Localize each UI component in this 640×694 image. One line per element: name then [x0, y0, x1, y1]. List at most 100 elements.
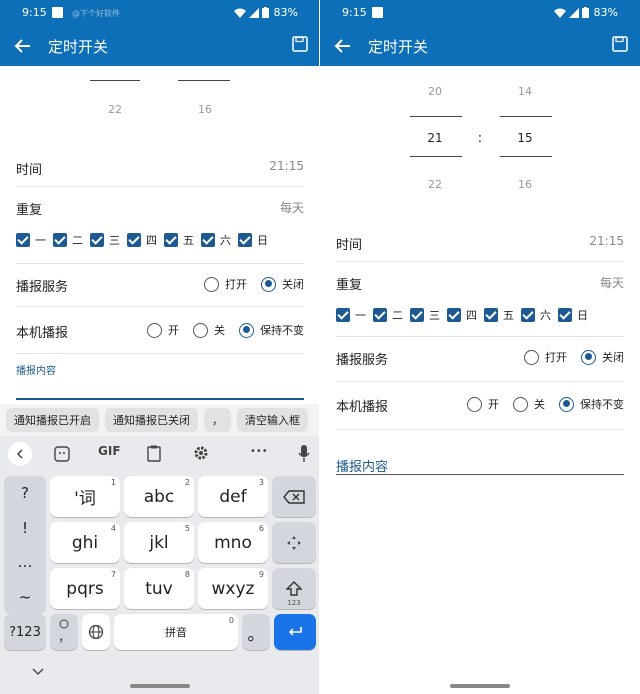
radio-off-icon: [193, 322, 208, 338]
gif-button[interactable]: GIF: [98, 444, 121, 458]
time-value: 21:15: [589, 234, 624, 248]
key-1[interactable]: '词 1: [50, 476, 120, 517]
key-6[interactable]: mno 6: [198, 522, 268, 563]
content-input[interactable]: [16, 398, 304, 400]
key-4[interactable]: ghi 4: [50, 522, 120, 563]
checkbox-checked-icon: [16, 233, 30, 247]
repeat-label: 重复: [336, 278, 363, 293]
radio-off-icon: [467, 396, 482, 412]
day-fri[interactable]: 五: [484, 307, 514, 323]
chevron-down-icon[interactable]: [32, 668, 44, 676]
local-on-radio[interactable]: 开: [467, 396, 499, 412]
microphone-icon[interactable]: [298, 445, 310, 463]
back-arrow-icon[interactable]: [332, 35, 354, 57]
battery-level: 83%: [273, 6, 298, 19]
clipboard-icon[interactable]: [147, 445, 161, 462]
backspace-key[interactable]: [272, 476, 316, 517]
gesture-bar[interactable]: [130, 684, 190, 688]
punctuation-column[interactable]: ? ! … ~: [4, 476, 46, 614]
key-8[interactable]: tuv 8: [124, 568, 194, 609]
local-off-radio[interactable]: 关: [513, 396, 545, 412]
day-sun[interactable]: 日: [238, 232, 268, 248]
day-thu[interactable]: 四: [447, 307, 477, 323]
day-mon[interactable]: 一: [336, 307, 366, 323]
suggestion-chip[interactable]: 通知播报已关闭: [105, 408, 198, 432]
local-keep-radio[interactable]: 保持不变: [559, 396, 624, 412]
time-label: 时间: [16, 163, 43, 178]
day-fri[interactable]: 五: [164, 232, 194, 248]
checkbox-checked-icon: [201, 233, 215, 247]
local-off-radio[interactable]: 关: [193, 322, 225, 338]
local-label: 本机播报: [16, 326, 69, 341]
suggestion-chip[interactable]: 通知播报已开启: [6, 408, 99, 432]
checkbox-checked-icon: [164, 233, 178, 247]
symbols-key[interactable]: ?123: [4, 614, 46, 650]
radio-off-icon: [204, 276, 219, 292]
radio-off-icon: [524, 349, 539, 365]
page-title: 定时开关: [368, 38, 429, 56]
local-keep-radio[interactable]: 保持不变: [239, 322, 304, 338]
emoji-comma-key[interactable]: ，: [50, 614, 78, 650]
sticker-icon[interactable]: [54, 446, 70, 462]
cursor-move-key[interactable]: [272, 522, 316, 563]
suggestion-chip[interactable]: ，: [204, 408, 231, 432]
service-off-radio[interactable]: 关闭: [261, 276, 304, 292]
notification-icon: [372, 7, 383, 18]
more-button[interactable]: •••: [250, 446, 268, 457]
collapse-toolbar-button[interactable]: [8, 442, 32, 466]
day-sun[interactable]: 日: [558, 307, 588, 323]
signal-icon: [568, 7, 579, 18]
key-2[interactable]: abc 2: [124, 476, 194, 517]
repeat-row[interactable]: 重复 每天: [336, 262, 624, 302]
notification-icon: [52, 7, 63, 18]
key-3[interactable]: def 3: [198, 476, 268, 517]
hour-below: 22: [428, 178, 442, 191]
service-on-radio[interactable]: 打开: [524, 349, 567, 365]
day-thu[interactable]: 四: [127, 232, 157, 248]
weekday-checkboxes: 一 二 三 四 五 六 日: [16, 227, 304, 253]
service-on-radio[interactable]: 打开: [204, 276, 247, 292]
time-row[interactable]: 时间 21:15: [336, 222, 624, 262]
content-label: 播报内容: [336, 460, 389, 475]
checkbox-checked-icon: [238, 233, 252, 247]
time-row[interactable]: 时间 21:15: [16, 147, 304, 187]
key-5[interactable]: jkl 5: [124, 522, 194, 563]
save-icon[interactable]: [292, 36, 308, 52]
radio-on-icon: [559, 396, 574, 412]
app-bar: 定时开关: [320, 26, 640, 66]
radio-on-icon: [261, 276, 276, 292]
watermark: @下个好软件: [72, 9, 120, 18]
battery-icon: [581, 7, 589, 18]
status-bar: 9:15 83%: [320, 0, 640, 26]
shift-icon: [286, 580, 302, 596]
emoji-icon: [59, 619, 69, 629]
status-time: 9:15: [342, 6, 367, 19]
day-wed[interactable]: 三: [410, 307, 440, 323]
period-key[interactable]: 。: [242, 614, 270, 650]
gear-icon[interactable]: [193, 445, 209, 461]
local-on-radio[interactable]: 开: [147, 322, 179, 338]
picker-line: [178, 80, 230, 81]
enter-key[interactable]: [274, 614, 316, 650]
save-icon[interactable]: [612, 36, 628, 52]
gesture-bar[interactable]: [450, 684, 510, 688]
key-7[interactable]: pqrs 7: [50, 568, 120, 609]
key-9[interactable]: wxyz 9: [198, 568, 268, 609]
shift-key[interactable]: 123: [272, 568, 316, 609]
space-key[interactable]: 拼音 0: [114, 614, 238, 650]
back-arrow-icon[interactable]: [12, 35, 34, 57]
repeat-label: 重复: [16, 203, 43, 218]
repeat-row[interactable]: 重复 每天: [16, 187, 304, 227]
day-tue[interactable]: 二: [53, 232, 83, 248]
day-mon[interactable]: 一: [16, 232, 46, 248]
language-key[interactable]: [82, 614, 110, 650]
content-input[interactable]: [336, 474, 624, 475]
service-off-radio[interactable]: 关闭: [581, 349, 624, 365]
suggestion-chip[interactable]: 清空输入框: [237, 408, 308, 432]
day-wed[interactable]: 三: [90, 232, 120, 248]
radio-off-icon: [147, 322, 162, 338]
day-sat[interactable]: 六: [201, 232, 231, 248]
day-sat[interactable]: 六: [521, 307, 551, 323]
day-tue[interactable]: 二: [373, 307, 403, 323]
service-label: 播报服务: [16, 280, 69, 295]
